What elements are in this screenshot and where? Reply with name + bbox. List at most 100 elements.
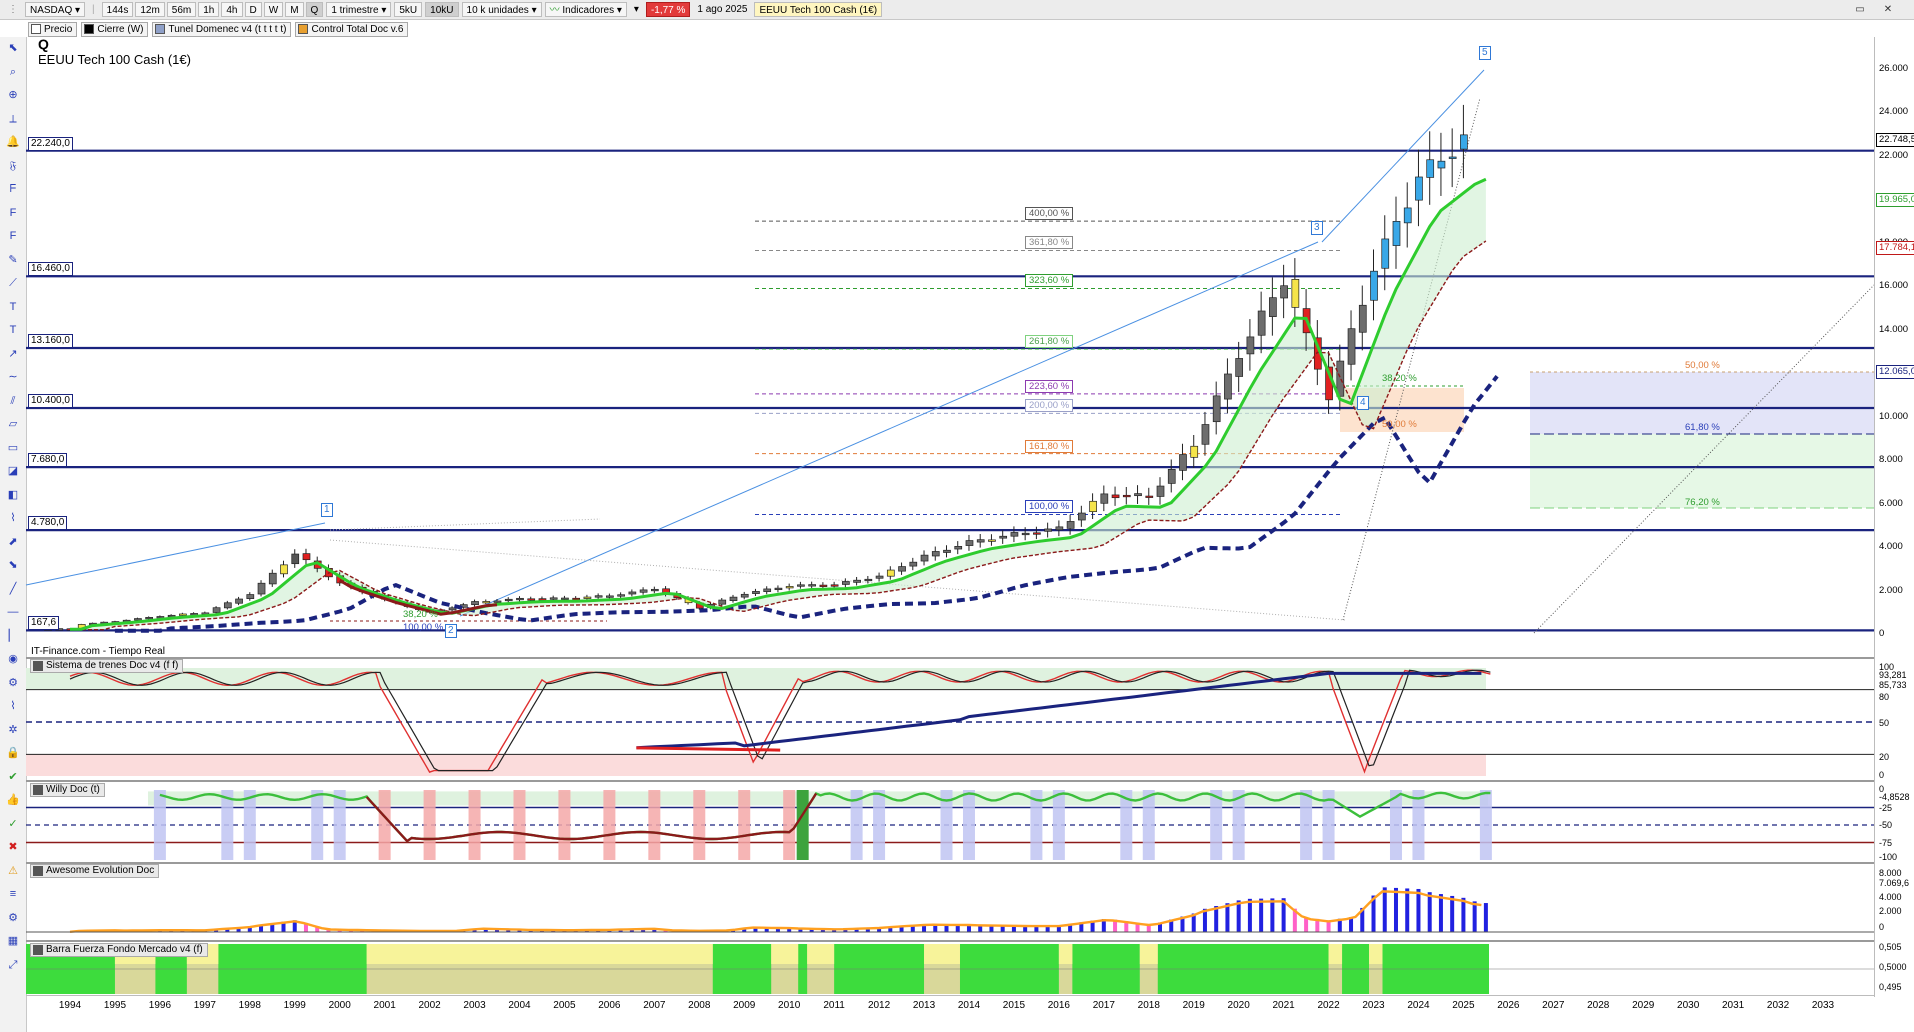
tool-fib-time-icon[interactable]: F [5, 206, 21, 220]
fib-extension-label[interactable]: 261,80 % [1025, 335, 1074, 349]
minimize-icon[interactable]: ▭ [1852, 2, 1868, 17]
tool-bell-icon[interactable]: 🔔 [5, 135, 21, 149]
legend-chip-1[interactable]: Cierre (W) [81, 21, 149, 37]
tool-ruler-icon[interactable]: ▱ [5, 417, 21, 431]
interval-D-button[interactable]: D [244, 2, 262, 17]
elliott-wave-label[interactable]: 1 [321, 503, 333, 517]
tool-settings-icon[interactable]: ⚙ [5, 676, 21, 690]
elliott-wave-label[interactable]: 5 [1479, 46, 1491, 60]
fib-extension-label[interactable]: 223,60 % [1025, 379, 1074, 393]
tool-list-icon[interactable]: ≡ [5, 887, 21, 901]
tool-slash-icon[interactable]: ╱ [5, 582, 21, 596]
tool-channel-icon[interactable]: ⫽ [5, 394, 21, 408]
tool-fill-icon[interactable]: ◧ [5, 488, 21, 502]
indicators-button[interactable]: 〰 Indicadores ▾ [544, 2, 627, 17]
close-icon[interactable]: ✕ [1880, 2, 1896, 17]
interval-144s-button[interactable]: 144s [101, 2, 134, 17]
tool-check2-icon[interactable]: ✓ [5, 817, 21, 831]
chart-svg[interactable] [0, 0, 1914, 1032]
tool-eye-icon[interactable]: ◉ [5, 652, 21, 666]
interval-12m-button[interactable]: 12m [135, 2, 165, 17]
tool-rect-icon[interactable]: ▭ [5, 441, 21, 455]
tool-zoom-in-icon[interactable]: ⊕ [5, 88, 21, 102]
fib-extension-label[interactable]: 361,80 % [1025, 236, 1074, 250]
legend-chip-3[interactable]: Control Total Doc v.6 [295, 21, 409, 37]
year-tick: 2015 [1002, 1000, 1026, 1011]
price-axis[interactable]: 26.00024.00022.00019.965,018.00016.00014… [1874, 37, 1914, 997]
retracement-label[interactable]: 100,00 % [403, 622, 443, 633]
tool-arrow-line-icon[interactable]: ↗ [5, 347, 21, 361]
panel-title-trenes[interactable]: Sistema de trenes Doc v4 (f f) [30, 659, 184, 673]
horizontal-level-label[interactable]: 167,6 [28, 616, 60, 631]
panel-title-barra[interactable]: Barra Fuerza Fondo Mercado v4 (f) [30, 943, 208, 957]
interval-W-button[interactable]: W [263, 2, 284, 17]
tool-down-arrow-icon[interactable]: ⬊ [5, 558, 21, 572]
tool-fib-fan-icon[interactable]: ᖴ [5, 182, 21, 196]
tool-fib-icon[interactable]: 𝔉 [5, 159, 21, 173]
dropdown-chevron-icon[interactable]: ▾ [630, 2, 643, 17]
tool-cursor-icon[interactable]: ⬉ [5, 41, 21, 55]
tool-brush2-icon[interactable]: ⌇ [5, 699, 21, 713]
retracement-label[interactable]: 38,20 % [403, 609, 438, 620]
retracement-label[interactable]: 50,00 % [1382, 419, 1417, 430]
fib-extension-label[interactable]: 200,00 % [1025, 399, 1074, 413]
legend-chip-0[interactable]: Precio [28, 21, 78, 37]
tool-fib-ext-icon[interactable]: F [5, 229, 21, 243]
zone-label[interactable]: 61,80 % [1685, 422, 1720, 433]
horizontal-level-label[interactable]: 7.680,0 [28, 453, 68, 468]
fib-extension-label[interactable]: 323,60 % [1025, 274, 1074, 288]
tool-minus-icon[interactable]: — [5, 605, 21, 619]
tool-lock-icon[interactable]: 🔒 [5, 746, 21, 760]
horizontal-level-label[interactable]: 16.460,0 [28, 262, 73, 277]
unit-10k-button[interactable]: 10kU [425, 2, 459, 17]
elliott-wave-label[interactable]: 4 [1357, 396, 1369, 410]
interval-M-button[interactable]: M [285, 2, 304, 17]
fib-extension-label[interactable]: 161,80 % [1025, 439, 1074, 453]
tool-settings-gear-icon[interactable]: ⚙ [5, 911, 21, 925]
tool-up-arrow-icon[interactable]: ⬈ [5, 535, 21, 549]
horizontal-level-label[interactable]: 10.400,0 [28, 394, 73, 408]
tool-thumb-icon[interactable]: 👍 [5, 793, 21, 807]
interval-1h-button[interactable]: 1h [198, 2, 220, 17]
tool-measure-icon[interactable]: ⟂ [5, 112, 21, 126]
interval-56m-button[interactable]: 56m [166, 2, 197, 17]
tool-text-icon[interactable]: T [5, 300, 21, 314]
tool-brush-icon[interactable]: ⌇ [5, 511, 21, 525]
fib-extension-label[interactable]: 100,00 % [1025, 500, 1074, 514]
trenes-overbought-zone [26, 668, 1486, 690]
volume-units-selector[interactable]: 10 k unidades ▾ [461, 2, 542, 17]
tool-warning-icon[interactable]: ⚠ [5, 864, 21, 878]
legend-chip-2[interactable]: Tunel Domenec v4 (t t t t t) [152, 21, 292, 37]
unit-5k-button[interactable]: 5kU [394, 2, 423, 17]
awesome-bar [438, 930, 443, 932]
zone-label[interactable]: 76,20 % [1685, 497, 1720, 508]
tool-zoom-icon[interactable]: ⌕ [5, 65, 21, 79]
panel-title-willy[interactable]: Willy Doc (t) [30, 783, 105, 797]
interval-Q-button[interactable]: Q [305, 2, 324, 17]
date-axis[interactable]: 1994 1995 1996 1997 1998 1999 2000 2001 2002 2003… [26, 995, 1874, 1016]
tool-check-icon[interactable]: ✔ [5, 770, 21, 784]
horizontal-level-label[interactable]: 13.160,0 [28, 334, 73, 349]
tool-line-icon[interactable]: ⟋ [5, 276, 21, 290]
tool-text-alt-icon[interactable]: T [5, 323, 21, 337]
retracement-label[interactable]: 38,20 % [1382, 373, 1417, 384]
tool-pencil-icon[interactable]: ✎ [5, 253, 21, 267]
tool-curve-icon[interactable]: ∼ [5, 370, 21, 384]
zone-label[interactable]: 50,00 % [1685, 360, 1720, 371]
elliott-wave-label[interactable]: 2 [445, 624, 457, 638]
tool-bar-icon[interactable]: ▏ [5, 629, 21, 643]
tool-grid-icon[interactable]: ▦ [5, 934, 21, 948]
horizontal-level-label[interactable]: 22.240,0 [28, 136, 73, 151]
awesome-bar [663, 929, 668, 932]
tool-expand-icon[interactable]: ⤢ [5, 958, 21, 972]
symbol-selector[interactable]: NASDAQ ▾ [25, 2, 86, 17]
elliott-wave-label[interactable]: 3 [1311, 221, 1323, 235]
tool-delete-icon[interactable]: ✖ [5, 840, 21, 854]
interval-4h-button[interactable]: 4h [221, 2, 243, 17]
tool-gear2-icon[interactable]: ✲ [5, 723, 21, 737]
fib-extension-label[interactable]: 400,00 % [1025, 207, 1074, 221]
horizontal-level-label[interactable]: 4.780,0 [28, 516, 68, 531]
tool-shape-icon[interactable]: ◪ [5, 464, 21, 478]
panel-title-awesome[interactable]: Awesome Evolution Doc [30, 864, 160, 878]
period-selector[interactable]: 1 trimestre ▾ [326, 2, 392, 17]
